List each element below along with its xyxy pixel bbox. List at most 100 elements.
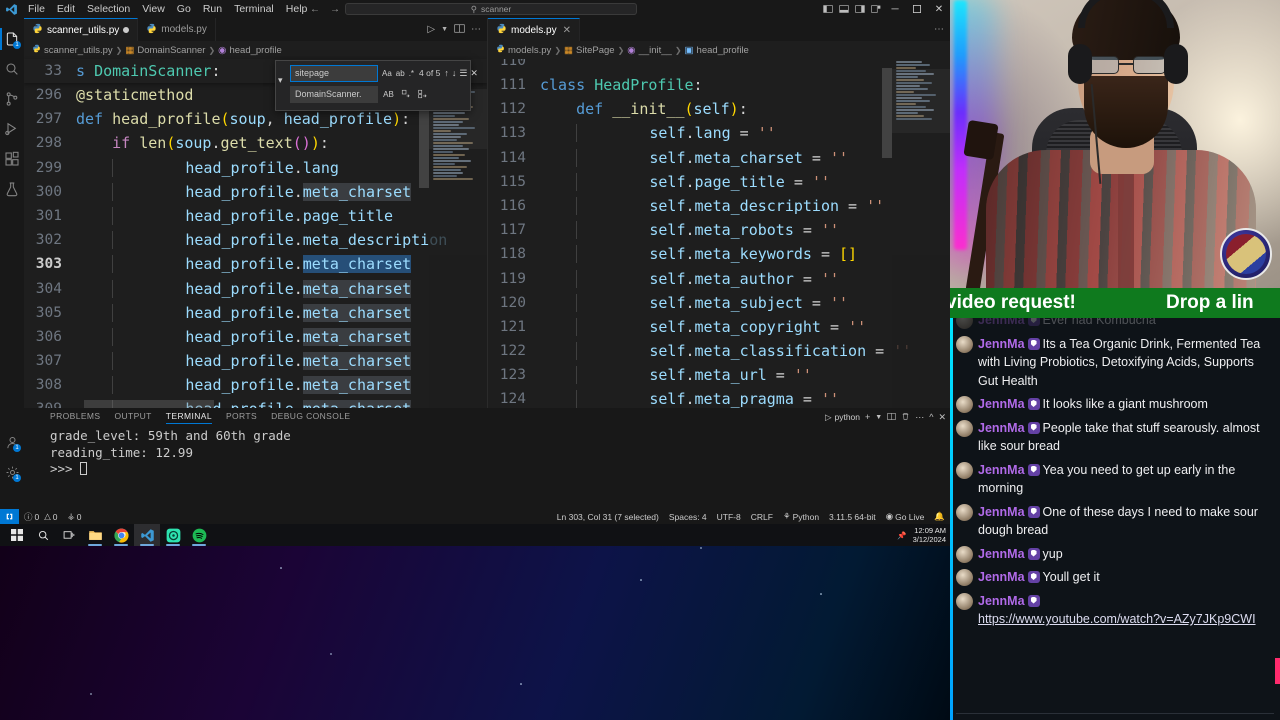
window-maximize-button[interactable] xyxy=(906,0,928,18)
match-case-icon[interactable]: Aa xyxy=(382,67,392,80)
next-match-icon[interactable]: ↓ xyxy=(452,68,457,78)
cursor-position[interactable]: Ln 303, Col 31 (7 selected) xyxy=(552,509,664,524)
sidebar-item-testing[interactable] xyxy=(0,174,24,204)
go-forward-icon[interactable]: → xyxy=(330,4,340,15)
tab-terminal[interactable]: TERMINAL xyxy=(165,411,212,424)
breadcrumb-file[interactable]: scanner_utils.py xyxy=(32,44,113,56)
minimap-right[interactable] xyxy=(892,59,950,408)
menu-view[interactable]: View xyxy=(136,0,171,18)
chat-username[interactable]: JennMa xyxy=(978,397,1025,411)
menu-go[interactable]: Go xyxy=(171,0,197,18)
sidebar-item-extensions[interactable] xyxy=(0,144,24,174)
taskbar-vscode[interactable] xyxy=(134,524,160,546)
go-back-icon[interactable]: ← xyxy=(310,4,320,15)
minimap-left[interactable] xyxy=(429,59,487,408)
language-status[interactable]: ⚘ Python xyxy=(778,509,824,524)
code-content-left[interactable]: 296 @staticmethod 297 def head_profile(sou… xyxy=(24,59,487,408)
chat-panel[interactable]: JennMa Ever had Kombucha JennMa Its a Tea … xyxy=(950,318,1280,720)
breadcrumb-init[interactable]: ◉ __init__ xyxy=(627,45,672,56)
editor-vertical-scrollbar-right[interactable] xyxy=(882,68,892,158)
breadcrumb-file[interactable]: models.py xyxy=(496,44,551,56)
breadcrumb-field[interactable]: ▣ head_profile xyxy=(685,45,749,56)
terminal-output[interactable]: grade_level: 59th and 60th grade reading… xyxy=(50,428,950,509)
tab-output[interactable]: OUTPUT xyxy=(114,411,151,423)
breadcrumb-class[interactable]: ▦ DomainScanner xyxy=(125,45,205,56)
chat-username[interactable]: JennMa xyxy=(978,463,1025,477)
taskbar-spotify[interactable] xyxy=(186,524,212,546)
replace-input[interactable]: DomainScanner. xyxy=(290,85,378,103)
tab-models-right[interactable]: models.py ✕ xyxy=(488,18,580,41)
go-live-button[interactable]: ◉ Go Live xyxy=(881,509,930,524)
indentation-status[interactable]: Spaces: 4 xyxy=(664,509,712,524)
tab-debug-console[interactable]: DEBUG CONSOLE xyxy=(271,411,350,423)
pin-icon[interactable]: 📌 xyxy=(897,531,906,540)
more-actions-icon[interactable]: ⋯ xyxy=(915,412,924,423)
find-in-selection-icon[interactable]: ☰ xyxy=(459,68,467,79)
menu-help[interactable]: Help xyxy=(280,0,314,18)
toggle-primary-sidebar-icon[interactable] xyxy=(820,0,836,18)
window-close-button[interactable]: ✕ xyxy=(928,0,950,18)
taskbar-clock[interactable]: 12:09 AM 3/12/2024 xyxy=(913,526,946,544)
chat-username[interactable]: JennMa xyxy=(978,505,1025,519)
menu-run[interactable]: Run xyxy=(197,0,228,18)
taskbar-chrome[interactable] xyxy=(108,524,134,546)
find-input[interactable]: sitepage xyxy=(290,64,378,82)
sidebar-item-source-control[interactable] xyxy=(0,84,24,114)
replace-all-icon[interactable] xyxy=(416,88,429,101)
taskbar-obs[interactable] xyxy=(160,524,186,546)
toggle-replace-icon[interactable]: ▾ xyxy=(278,75,283,86)
menu-edit[interactable]: Edit xyxy=(51,0,81,18)
encoding-status[interactable]: UTF-8 xyxy=(712,509,746,524)
code-content-right[interactable]: 110 111 class HeadProfile: 112 def __init… xyxy=(488,59,950,408)
split-terminal-icon[interactable] xyxy=(887,412,896,423)
sidebar-item-search[interactable] xyxy=(0,54,24,84)
chat-link[interactable]: https://www.youtube.com/watch?v=AZy7JKp9… xyxy=(978,612,1256,626)
close-icon[interactable]: ✕ xyxy=(470,68,478,79)
window-minimize-button[interactable]: ─ xyxy=(884,0,906,18)
tab-problems[interactable]: PROBLEMS xyxy=(50,411,100,423)
menu-terminal[interactable]: Terminal xyxy=(228,0,280,18)
replace-icon[interactable] xyxy=(399,88,412,101)
use-regex-icon[interactable]: .* xyxy=(409,67,414,80)
chat-username[interactable]: JennMa xyxy=(978,318,1025,327)
kill-terminal-icon[interactable] xyxy=(901,412,910,423)
find-replace-widget[interactable]: ▾ sitepage Aa ab .* 4 of 5 ↑ ↓ ☰ ✕ Domai… xyxy=(275,60,478,111)
toggle-panel-icon[interactable] xyxy=(836,0,852,18)
task-view-icon[interactable] xyxy=(56,524,82,546)
maximize-panel-icon[interactable]: ^ xyxy=(929,412,933,422)
tab-models[interactable]: models.py xyxy=(138,18,216,41)
chat-username[interactable]: JennMa xyxy=(978,421,1025,435)
sidebar-item-run-debug[interactable] xyxy=(0,114,24,144)
more-actions-icon[interactable]: ⋯ xyxy=(471,24,481,35)
tab-scanner-utils[interactable]: scanner_utils.py xyxy=(24,18,139,41)
toggle-secondary-sidebar-icon[interactable] xyxy=(852,0,868,18)
new-terminal-icon[interactable]: + xyxy=(865,412,870,422)
ports-status[interactable]: ⚶ 0 xyxy=(63,509,87,524)
start-button[interactable] xyxy=(4,524,30,546)
sidebar-item-explorer[interactable]: 1 xyxy=(0,24,24,54)
chevron-down-icon[interactable]: ▼ xyxy=(441,26,448,33)
interpreter-status[interactable]: 3.11.5 64-bit xyxy=(824,509,881,524)
problems-status[interactable]: ⓘ 0 △ 0 xyxy=(19,509,63,524)
run-python-file-icon[interactable]: ▷ xyxy=(427,24,435,35)
notifications-bell-icon[interactable]: 🔔 xyxy=(929,509,950,524)
unsaved-indicator-icon[interactable] xyxy=(123,27,130,33)
menu-file[interactable]: File xyxy=(22,0,51,18)
split-editor-icon[interactable] xyxy=(454,23,465,37)
tab-ports[interactable]: PORTS xyxy=(226,411,257,423)
chat-username[interactable]: JennMa xyxy=(978,570,1025,584)
close-panel-icon[interactable]: ✕ xyxy=(938,412,946,423)
breadcrumb-method[interactable]: ◉ head_profile xyxy=(218,45,282,56)
breadcrumb-class[interactable]: ▦ SitePage xyxy=(564,45,615,56)
preserve-case-icon[interactable]: AB xyxy=(382,88,395,101)
eol-status[interactable]: CRLF xyxy=(746,509,778,524)
editor-horizontal-scrollbar[interactable] xyxy=(84,400,214,408)
chat-username[interactable]: JennMa xyxy=(978,594,1025,608)
remote-indicator[interactable] xyxy=(0,509,19,524)
customize-layout-icon[interactable] xyxy=(868,0,884,18)
menu-selection[interactable]: Selection xyxy=(81,0,136,18)
taskbar-search-icon[interactable] xyxy=(30,524,56,546)
chat-username[interactable]: JennMa xyxy=(978,547,1025,561)
match-whole-word-icon[interactable]: ab xyxy=(396,67,405,80)
command-center-search[interactable]: ⚲ scanner xyxy=(345,3,637,15)
